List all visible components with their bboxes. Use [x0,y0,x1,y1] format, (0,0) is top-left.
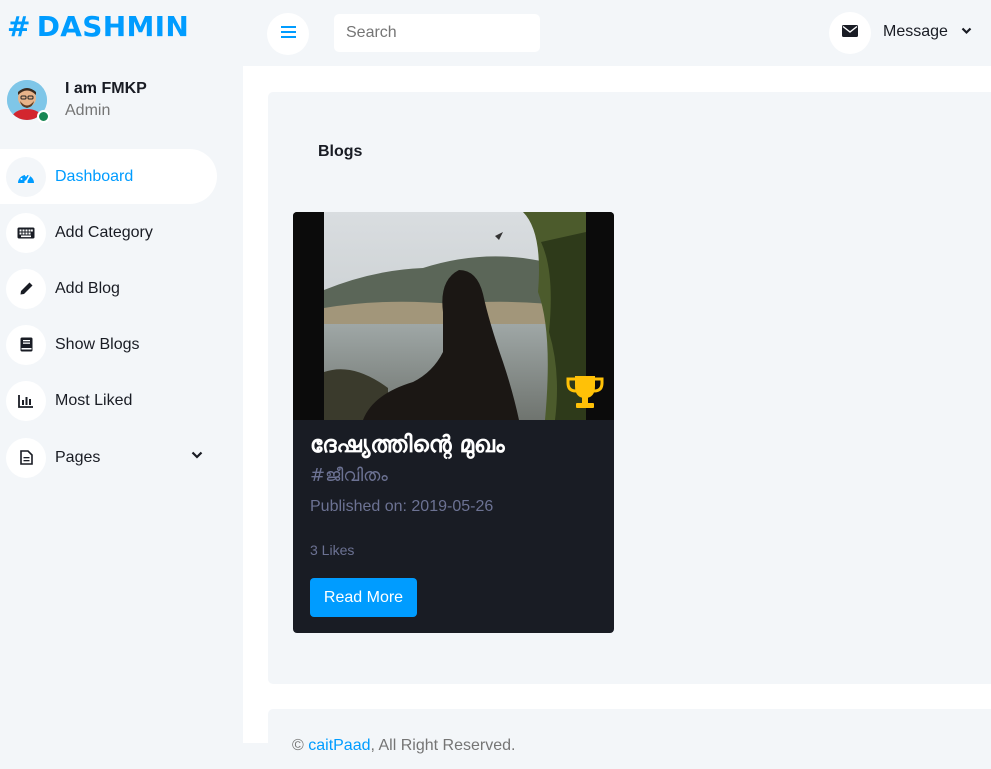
sidebar-item-add-blog[interactable]: Add Blog [0,261,217,316]
sidebar-item-label: Dashboard [55,167,134,185]
sidebar: # DASHMIN I am FMKP Admin Dashboard Add … [0,0,243,743]
message-dropdown-label[interactable]: Message [883,23,948,41]
chevron-down-icon[interactable] [961,26,972,38]
document-icon [6,437,46,478]
footer-rights-text: , All Right Reserved. [370,737,516,754]
dashboard-gauge-icon [6,156,46,197]
message-button[interactable] [829,12,871,54]
sidebar-item-show-blogs[interactable]: Show Blogs [0,317,217,372]
pencil-icon [6,268,46,309]
sidebar-item-label: Pages [55,448,101,466]
blogs-panel: Blogs ദേഷ്യത്തിന്റെ മുഖം #ജീവിതം Publish… [268,92,991,684]
envelope-icon [842,24,858,42]
footer: © caitPaad, All Right Reserved. [268,709,991,769]
hash-icon: # [7,10,31,43]
page-title: Blogs [318,143,363,160]
sidebar-toggle-button[interactable] [267,13,309,55]
blog-card: ദേഷ്യത്തിന്റെ മുഖം #ജീവിതം Published on:… [293,212,614,633]
trophy-icon [565,374,605,415]
blog-title[interactable]: ദേഷ്യത്തിന്റെ മുഖം [310,432,505,458]
sidebar-item-most-liked[interactable]: Most Liked [0,373,217,428]
top-navbar: Message [243,0,991,66]
hamburger-icon [280,25,296,43]
online-status-dot [37,110,50,123]
brand-logo[interactable]: # DASHMIN [7,10,189,43]
blog-likes-count: 3 Likes [310,542,355,558]
search-input[interactable] [334,14,540,52]
sidebar-item-add-category[interactable]: Add Category [0,205,217,260]
bar-chart-icon [6,380,46,421]
sidebar-item-label: Most Liked [55,391,133,409]
sidebar-item-dashboard[interactable]: Dashboard [0,149,217,204]
sidebar-item-label: Add Category [55,223,153,241]
user-role: Admin [65,102,111,119]
footer-copyright: © caitPaad, All Right Reserved. [292,737,515,755]
copyright-symbol: © [292,737,309,754]
read-more-button[interactable]: Read More [310,578,417,617]
blog-tag[interactable]: #ജീവിതം [310,465,388,486]
book-icon [6,324,46,365]
brand-name: DASHMIN [36,10,190,43]
chevron-down-icon [191,448,203,462]
footer-link[interactable]: caitPaad [308,737,370,754]
sidebar-item-label: Show Blogs [55,335,140,353]
user-profile: I am FMKP Admin [7,80,237,124]
sidebar-item-label: Add Blog [55,279,120,297]
keyboard-icon [6,212,46,253]
user-name: I am FMKP [65,80,147,97]
blog-published-date: Published on: 2019-05-26 [310,498,494,515]
sidebar-item-pages[interactable]: Pages [0,430,217,485]
